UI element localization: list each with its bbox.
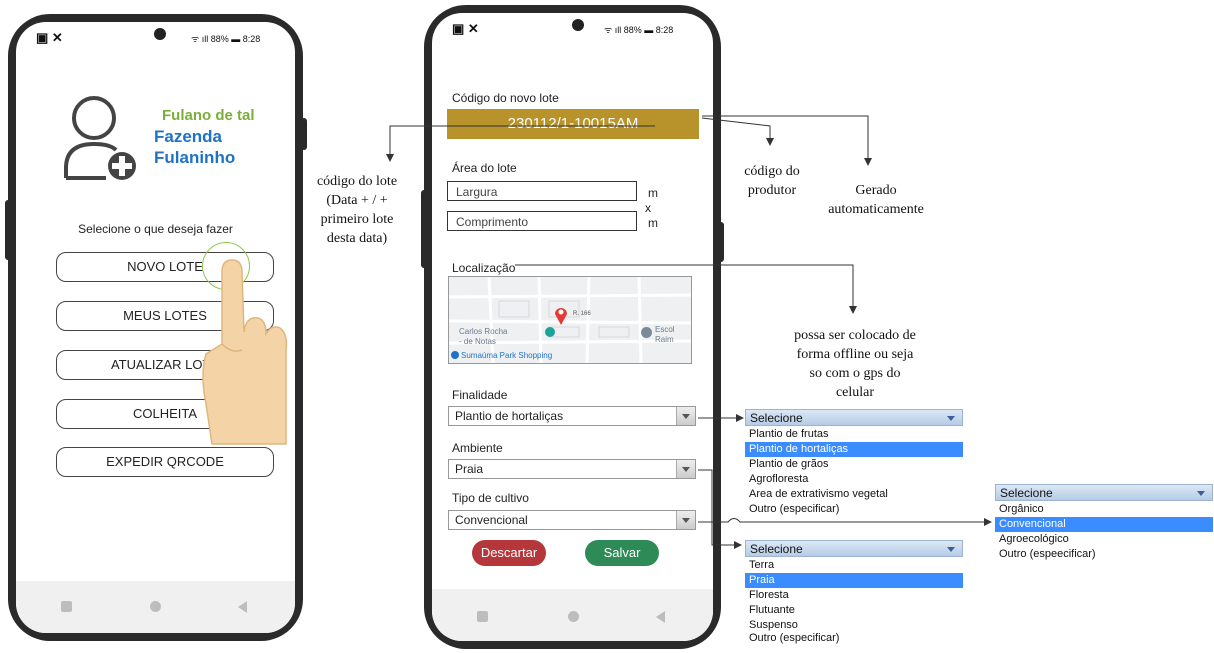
environment-dropdown-header[interactable]: Selecione [745, 540, 963, 557]
cultivation-dropdown-list: Orgânico Convencional Agroecológico Outr… [995, 502, 1213, 562]
lot-code-annotation: código do lote (Data + / + primeiro lote… [316, 174, 398, 246]
dropdown-option[interactable]: Outro (especificar) [745, 633, 963, 644]
dropdown-option[interactable]: Plantio de frutas [745, 427, 963, 442]
dropdown-option[interactable]: Flutuante [745, 603, 963, 618]
dropdown-option[interactable]: Floresta [745, 588, 963, 603]
environment-dropdown-list: Terra Praia Floresta Flutuante Suspenso … [745, 558, 963, 644]
dropdown-option[interactable]: Agroecológico [995, 532, 1213, 547]
purpose-dropdown-header[interactable]: Selecione [745, 409, 963, 426]
cultivation-dropdown-header[interactable]: Selecione [995, 484, 1213, 501]
auto-generated-annotation: Gerado automaticamente [828, 183, 924, 217]
dropdown-option[interactable]: Orgânico [995, 502, 1213, 517]
dropdown-option[interactable]: Area de extrativismo vegetal [745, 487, 963, 502]
dropdown-option[interactable]: Agrofloresta [745, 472, 963, 487]
producer-code-annotation: código do produtor [744, 164, 800, 198]
dropdown-option-selected[interactable]: Plantio de hortaliças [745, 442, 963, 457]
dropdown-option[interactable]: Plantio de grãos [745, 457, 963, 472]
dropdown-option-selected[interactable]: Convencional [995, 517, 1213, 532]
dropdown-option[interactable]: Outro (especificar) [745, 502, 963, 517]
dropdown-option-selected[interactable]: Praia [745, 573, 963, 588]
dropdown-option[interactable]: Outro (espeecificar) [995, 547, 1213, 562]
purpose-dropdown-list: Plantio de frutas Plantio de hortaliças … [745, 427, 963, 517]
offline-gps-annotation: possa ser colocado de forma offline ou s… [794, 328, 916, 400]
dropdown-option[interactable]: Terra [745, 558, 963, 573]
dropdown-option[interactable]: Suspenso [745, 618, 963, 633]
